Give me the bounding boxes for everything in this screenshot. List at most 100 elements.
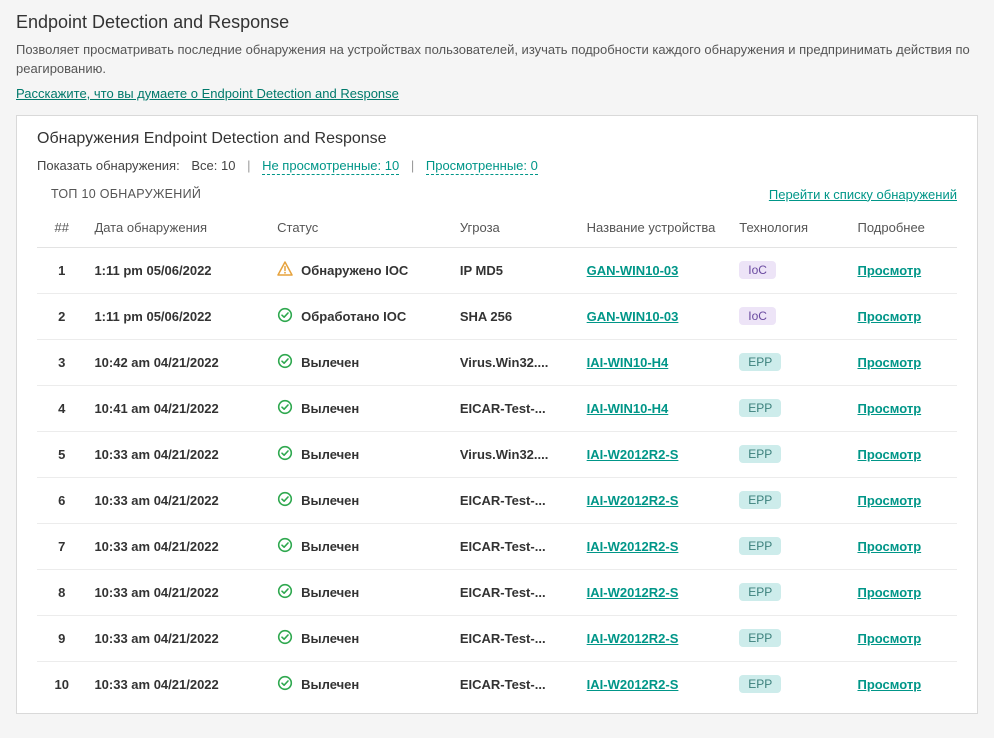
detection-date: 10:33 am 04/21/2022 — [86, 523, 269, 569]
threat-name: Virus.Win32.... — [452, 431, 579, 477]
threat-name: Virus.Win32.... — [452, 339, 579, 385]
filter-unviewed[interactable]: Не просмотренные: 10 — [262, 158, 399, 175]
col-more: Подробнее — [849, 210, 957, 248]
device-link[interactable]: IAI-W2012R2-S — [587, 447, 679, 462]
view-link[interactable]: Просмотр — [857, 447, 921, 462]
check-circle-icon — [277, 353, 293, 372]
status-text: Вылечен — [301, 677, 359, 692]
device-link[interactable]: GAN-WIN10-03 — [587, 263, 679, 278]
table-row: 410:41 am 04/21/2022ВылеченEICAR-Test-..… — [37, 385, 957, 431]
view-link[interactable]: Просмотр — [857, 585, 921, 600]
page-title: Endpoint Detection and Response — [16, 12, 978, 33]
threat-name: EICAR-Test-... — [452, 385, 579, 431]
filter-separator: | — [411, 158, 414, 173]
threat-name: SHA 256 — [452, 293, 579, 339]
panel-title: Обнаружения Endpoint Detection and Respo… — [37, 130, 957, 148]
tech-badge: IoC — [739, 261, 776, 279]
detection-status: Вылечен — [269, 615, 452, 661]
detection-date: 1:11 pm 05/06/2022 — [86, 293, 269, 339]
tech-badge: EPP — [739, 399, 781, 417]
goto-detections-list-link[interactable]: Перейти к списку обнаружений — [769, 187, 957, 202]
view-link[interactable]: Просмотр — [857, 401, 921, 416]
device-link[interactable]: IAI-W2012R2-S — [587, 585, 679, 600]
device-link[interactable]: IAI-W2012R2-S — [587, 539, 679, 554]
threat-name: EICAR-Test-... — [452, 615, 579, 661]
detection-status: Вылечен — [269, 339, 452, 385]
view-link[interactable]: Просмотр — [857, 263, 921, 278]
table-row: 510:33 am 04/21/2022ВылеченVirus.Win32..… — [37, 431, 957, 477]
table-row: 610:33 am 04/21/2022 Вылечен EICAR-Test-..… — [37, 477, 957, 523]
detection-status: Вылечен — [269, 431, 452, 477]
view-link[interactable]: Просмотр — [857, 539, 921, 554]
check-circle-icon — [277, 537, 293, 556]
threat-name: EICAR-Test-... — [452, 477, 579, 523]
table-row: 310:42 am 04/21/2022ВылеченVirus.Win32..… — [37, 339, 957, 385]
view-link[interactable]: Просмотр — [857, 493, 921, 508]
warning-icon — [277, 261, 293, 280]
detections-panel: Обнаружения Endpoint Detection and Respo… — [16, 115, 978, 714]
device-link[interactable]: IAI-WIN10-H4 — [587, 355, 669, 370]
device-link[interactable]: IAI-W2012R2-S — [587, 677, 679, 692]
row-number: 10 — [37, 661, 86, 707]
col-num: ## — [37, 210, 86, 248]
detection-status: Вылечен — [269, 523, 452, 569]
detection-status: Вылечен — [269, 569, 452, 615]
filter-row: Показать обнаружения: Все: 10 | Не просм… — [37, 158, 957, 173]
device-link[interactable]: IAI-WIN10-H4 — [587, 401, 669, 416]
detection-date: 10:33 am 04/21/2022 — [86, 477, 269, 523]
status-text: Вылечен — [301, 355, 359, 370]
threat-name: IP MD5 — [452, 247, 579, 293]
filter-viewed[interactable]: Просмотренные: 0 — [426, 158, 538, 175]
col-device: Название устройства — [579, 210, 732, 248]
tech-badge: IoC — [739, 307, 776, 325]
device-link[interactable]: GAN-WIN10-03 — [587, 309, 679, 324]
table-header-row: ## Дата обнаружения Статус Угроза Назван… — [37, 210, 957, 248]
detection-date: 10:33 am 04/21/2022 — [86, 569, 269, 615]
view-link[interactable]: Просмотр — [857, 631, 921, 646]
detection-date: 10:33 am 04/21/2022 — [86, 661, 269, 707]
view-link[interactable]: Просмотр — [857, 677, 921, 692]
status-text: Вылечен — [301, 539, 359, 554]
detection-date: 10:41 am 04/21/2022 — [86, 385, 269, 431]
table-row: 21:11 pm 05/06/2022Обработано IOCSHA 256… — [37, 293, 957, 339]
tech-badge: EPP — [739, 537, 781, 555]
device-link[interactable]: IAI-W2012R2-S — [587, 631, 679, 646]
check-circle-icon — [277, 675, 293, 694]
table-row: 910:33 am 04/21/2022ВылеченEICAR-Test-..… — [37, 615, 957, 661]
check-circle-icon — [277, 399, 293, 418]
detection-date: 10:42 am 04/21/2022 — [86, 339, 269, 385]
feedback-link[interactable]: Расскажите, что вы думаете о Endpoint De… — [16, 86, 399, 101]
col-threat: Угроза — [452, 210, 579, 248]
page-description: Позволяет просматривать последние обнару… — [16, 41, 978, 79]
status-text: Вылечен — [301, 493, 359, 508]
row-number: 9 — [37, 615, 86, 661]
check-circle-icon — [277, 629, 293, 648]
tech-badge: EPP — [739, 629, 781, 647]
device-link[interactable]: IAI-W2012R2-S — [587, 493, 679, 508]
filter-all[interactable]: Все: 10 — [191, 158, 235, 173]
table-row: 810:33 am 04/21/2022ВылеченEICAR-Test-..… — [37, 569, 957, 615]
row-number: 6 — [37, 477, 86, 523]
table-row: 1010:33 am 04/21/2022ВылеченEICAR-Test-.… — [37, 661, 957, 707]
status-text: Вылечен — [301, 401, 359, 416]
check-circle-icon — [277, 491, 293, 510]
top10-label: ТОП 10 ОБНАРУЖЕНИЙ — [51, 187, 201, 201]
status-text: Обнаружено IOC — [301, 263, 408, 278]
table-row: 710:33 am 04/21/2022ВылеченEICAR-Test-..… — [37, 523, 957, 569]
col-tech: Технология — [731, 210, 849, 248]
row-number: 2 — [37, 293, 86, 339]
tech-badge: EPP — [739, 675, 781, 693]
check-circle-icon — [277, 445, 293, 464]
view-link[interactable]: Просмотр — [857, 355, 921, 370]
check-circle-icon — [277, 583, 293, 602]
col-date: Дата обнаружения — [86, 210, 269, 248]
view-link[interactable]: Просмотр — [857, 309, 921, 324]
detection-date: 10:33 am 04/21/2022 — [86, 615, 269, 661]
row-number: 7 — [37, 523, 86, 569]
table-row: 11:11 pm 05/06/2022Обнаружено IOCIP MD5G… — [37, 247, 957, 293]
detections-table: ## Дата обнаружения Статус Угроза Назван… — [37, 210, 957, 707]
detection-status: Обработано IOC — [269, 293, 452, 339]
status-text: Вылечен — [301, 447, 359, 462]
tech-badge: EPP — [739, 491, 781, 509]
row-number: 8 — [37, 569, 86, 615]
